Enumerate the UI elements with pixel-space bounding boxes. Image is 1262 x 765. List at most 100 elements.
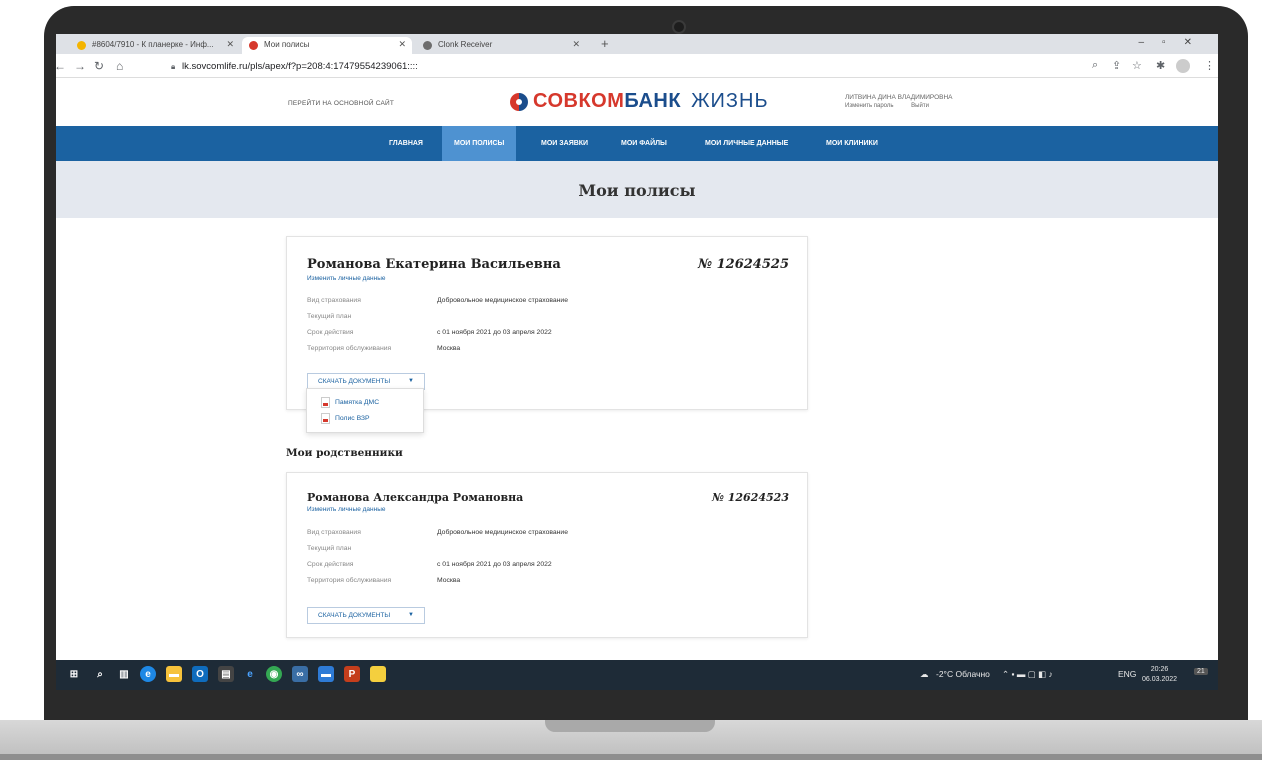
logo[interactable]: СОВКОМБАНК ЖИЗНЬ xyxy=(509,90,769,113)
download-label: СКАЧАТЬ ДОКУМЕНТЫ xyxy=(318,378,391,385)
nav-item-requests[interactable]: МОИ ЗАЯВКИ xyxy=(529,126,600,161)
nav-item-files[interactable]: МОИ ФАЙЛЫ xyxy=(609,126,679,161)
row-label: Вид страхования xyxy=(307,297,361,304)
logo-part-sovkom: СОВКОМ xyxy=(533,90,625,112)
row-value: с 01 ноября 2021 до 03 апреля 2022 xyxy=(437,561,552,568)
clock[interactable]: 20:26 06.03.2022 xyxy=(1142,665,1177,685)
file-explorer-icon[interactable]: ▬ xyxy=(166,666,182,682)
tab-label: Мои полисы xyxy=(264,40,310,49)
policy-row: Текущий план xyxy=(307,313,351,325)
row-label: Территория обслуживания xyxy=(307,345,392,352)
row-label: Территория обслуживания xyxy=(307,577,392,584)
url-field[interactable]: lk.sovcomlife.ru/pls/apex/f?p=208:4:1747… xyxy=(182,61,418,72)
dropdown-item-dms-memo[interactable]: Памятка ДМС xyxy=(321,397,379,411)
row-value: Добровольное медицинское страхование xyxy=(437,297,569,304)
app-icon[interactable]: ∞ xyxy=(292,666,308,682)
logout-link[interactable]: Выйти xyxy=(911,103,929,109)
outlook-icon[interactable]: O xyxy=(192,666,208,682)
change-password-link[interactable]: Изменить пароль xyxy=(845,103,894,109)
logo-icon xyxy=(510,92,528,111)
user-name: ЛИТВИНА ДИНА ВЛАДИМИРОВНА xyxy=(845,94,953,101)
zoom-icon[interactable]: ⌕ xyxy=(1092,59,1098,72)
nav-item-home[interactable]: ГЛАВНАЯ xyxy=(377,126,435,161)
tab-close-icon[interactable]: ✕ xyxy=(572,39,580,50)
user-links: Изменить пароль Выйти xyxy=(845,103,945,109)
home-icon[interactable]: ⌂ xyxy=(116,59,123,73)
policy-row: Срок действия с 01 ноября 2021 до 03 апр… xyxy=(307,329,552,341)
share-icon[interactable]: ⇪ xyxy=(1112,59,1121,72)
screen: #8604/7910 - К планерке - Инф... ✕ Мои п… xyxy=(56,34,1218,690)
tray-icons[interactable]: ⌃ ▪ ▬ ▢ ◧ ♪ xyxy=(1002,669,1053,680)
edit-personal-data-link[interactable]: Изменить личные данные xyxy=(307,275,386,282)
extensions-icon[interactable]: ✱ xyxy=(1156,59,1165,72)
weather-icon[interactable]: ☁ xyxy=(920,669,929,680)
download-label: СКАЧАТЬ ДОКУМЕНТЫ xyxy=(318,612,391,619)
policy-row: Вид страхования Добровольное медицинское… xyxy=(307,297,568,309)
policy-row: Текущий план xyxy=(307,545,351,557)
menu-icon[interactable]: ⋮ xyxy=(1204,59,1215,72)
laptop-lip xyxy=(0,754,1262,760)
policy-row: Срок действия с 01 ноября 2021 до 03 апр… xyxy=(307,561,552,573)
profile-icon[interactable] xyxy=(1176,59,1190,73)
relative-name: Романова Александра Романовна xyxy=(307,491,524,504)
policy-row: Территория обслуживания Москва xyxy=(307,577,460,589)
tab-favicon xyxy=(249,41,258,50)
logo-text: СОВКОМБАНК ЖИЗНЬ xyxy=(533,90,769,113)
chrome-icon[interactable]: ◉ xyxy=(266,666,282,682)
relative-policy-card: Романова Александра Романовна Изменить л… xyxy=(286,472,808,638)
nav-item-policies[interactable]: МОИ ПОЛИСЫ xyxy=(442,126,517,161)
policy-number: № 12624525 xyxy=(697,257,789,272)
search-icon[interactable]: ⌕ xyxy=(92,666,108,682)
weather-text[interactable]: -2°C Облачно xyxy=(936,669,990,679)
edge-icon[interactable]: e xyxy=(140,666,156,682)
row-value: Москва xyxy=(437,577,461,584)
reload-icon[interactable]: ↻ xyxy=(94,59,104,73)
page-title: Мои полисы xyxy=(578,181,696,200)
nav-item-personal-data[interactable]: МОИ ЛИЧНЫЕ ДАННЫЕ xyxy=(693,126,800,161)
browser-tab-active[interactable]: Мои полисы ✕ xyxy=(242,37,412,54)
row-label: Срок действия xyxy=(307,329,354,336)
row-value: Москва xyxy=(437,345,461,352)
store-icon[interactable]: ▤ xyxy=(218,666,234,682)
chevron-down-icon: ▼ xyxy=(408,378,414,384)
nav-item-clinics[interactable]: МОИ КЛИНИКИ xyxy=(814,126,890,161)
forward-icon[interactable]: → xyxy=(74,59,86,73)
download-documents-button[interactable]: СКАЧАТЬ ДОКУМЕНТЫ ▼ xyxy=(307,607,425,624)
task-view-icon[interactable]: ▥ xyxy=(116,666,132,682)
policy-card: Романова Екатерина Васильевна Изменить л… xyxy=(286,236,808,410)
site-header: ПЕРЕЙТИ НА ОСНОВНОЙ САЙТ СОВКОМБАНК ЖИЗНЬ… xyxy=(56,78,1218,126)
lock-icon: 🔒︎ xyxy=(171,62,176,71)
laptop-notch xyxy=(545,720,715,732)
back-icon[interactable]: ← xyxy=(56,59,66,73)
star-icon[interactable]: ☆ xyxy=(1132,59,1142,72)
language-indicator[interactable]: ENG xyxy=(1118,669,1136,679)
goto-main-link[interactable]: ПЕРЕЙТИ НА ОСНОВНОЙ САЙТ xyxy=(288,100,394,107)
time: 20:26 xyxy=(1150,666,1169,673)
powerpoint-icon[interactable]: P xyxy=(344,666,360,682)
tab-close-icon[interactable]: ✕ xyxy=(398,39,406,50)
window-controls[interactable]: –▫✕ xyxy=(1139,37,1211,48)
top-nav: ГЛАВНАЯ МОИ ПОЛИСЫ МОИ ЗАЯВКИ МОИ ФАЙЛЫ … xyxy=(56,126,1218,161)
edit-personal-data-link[interactable]: Изменить личные данные xyxy=(307,506,386,513)
windows-start-icon[interactable]: ⊞ xyxy=(66,666,82,682)
logo-part-bank: БАНК xyxy=(624,90,682,112)
policy-holder-name: Романова Екатерина Васильевна xyxy=(307,257,561,272)
browser-tab[interactable]: Clonk Receiver ✕ xyxy=(416,37,586,54)
sticky-notes-icon[interactable] xyxy=(370,666,386,682)
laptop-base xyxy=(0,720,1262,760)
tab-close-icon[interactable]: ✕ xyxy=(226,39,234,50)
chevron-down-icon: ▼ xyxy=(408,612,414,618)
dropdown-item-vzr-policy[interactable]: Полис ВЗР xyxy=(321,413,370,427)
row-value: с 01 ноября 2021 до 03 апреля 2022 xyxy=(437,329,552,336)
app-icon[interactable]: ▬ xyxy=(318,666,334,682)
policy-row: Территория обслуживания Москва xyxy=(307,345,460,357)
notifications-icon[interactable]: 21 xyxy=(1194,668,1208,675)
browser-tabbar: #8604/7910 - К планерке - Инф... ✕ Мои п… xyxy=(56,34,1218,54)
ie-icon[interactable]: e xyxy=(242,666,258,682)
tab-favicon xyxy=(423,41,432,50)
browser-tab[interactable]: #8604/7910 - К планерке - Инф... ✕ xyxy=(70,37,240,54)
taskbar: ⊞ ⌕ ▥ e ▬ O ▤ e ◉ ∞ ▬ P ☁ -2°C Облачно ⌃… xyxy=(56,660,1218,690)
new-tab-icon[interactable]: + xyxy=(601,36,609,51)
tab-label: #8604/7910 - К планерке - Инф... xyxy=(92,40,214,49)
dropdown-item-label: Полис ВЗР xyxy=(335,415,370,422)
